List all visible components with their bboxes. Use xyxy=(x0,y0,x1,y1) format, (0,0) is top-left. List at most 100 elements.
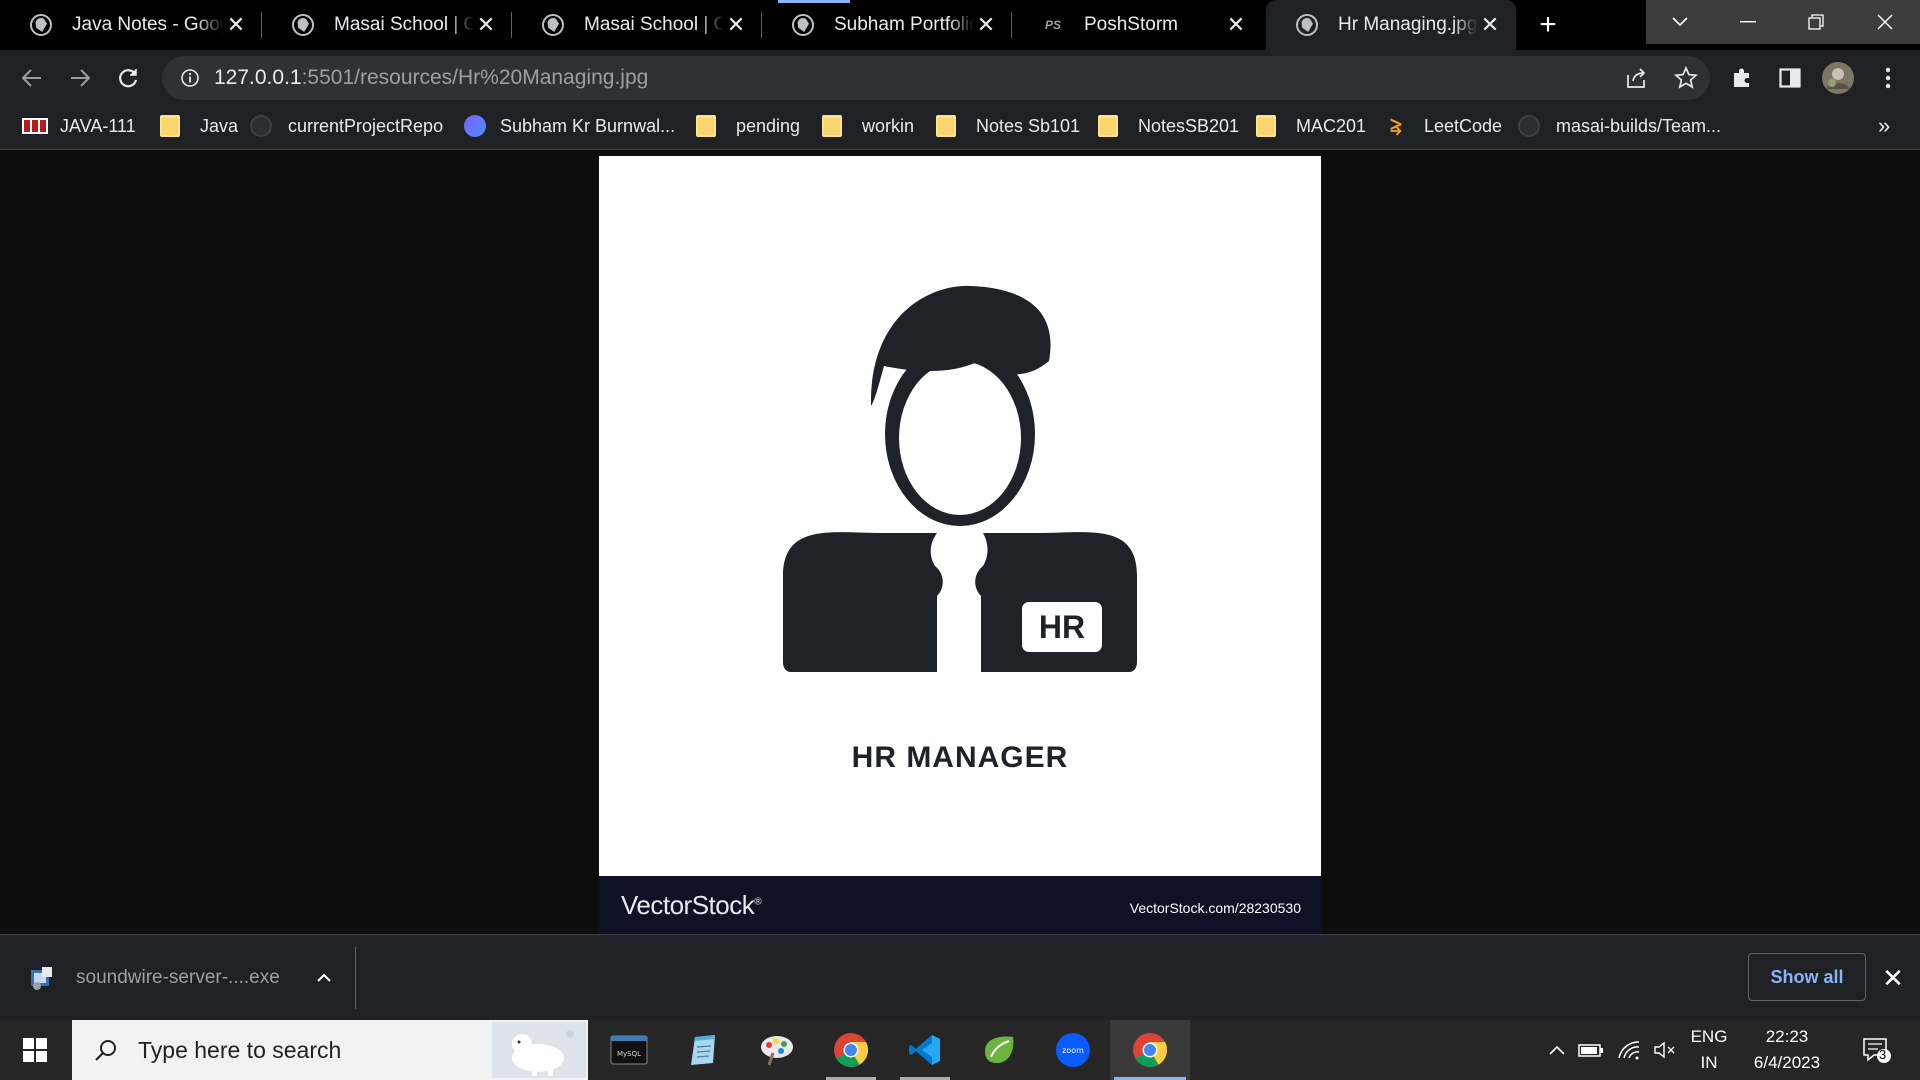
vectorstock-url: VectorStock.com/28230530 xyxy=(1129,900,1301,916)
tab-poshstorm[interactable]: PS PoshStorm ✕ xyxy=(1012,0,1262,50)
show-hidden-icons-button[interactable] xyxy=(1542,1020,1572,1080)
chrome-icon xyxy=(1133,1033,1167,1067)
forward-button[interactable] xyxy=(62,60,98,96)
close-tab-icon[interactable]: ✕ xyxy=(974,12,998,37)
bookmark-notes-sb201[interactable]: NotesSB201 xyxy=(1098,106,1239,146)
chevron-up-icon[interactable] xyxy=(316,973,332,983)
bookmark-subham-kr-burnwal[interactable]: Subham Kr Burnwal... xyxy=(464,106,675,146)
puzzle-icon xyxy=(1734,68,1749,87)
globe-icon xyxy=(792,14,814,36)
spring-tools-icon xyxy=(985,1036,1014,1063)
new-tab-button[interactable]: + xyxy=(1530,8,1566,42)
tab-masai-course-2[interactable]: Masai School | Course ✕ xyxy=(512,0,762,50)
ps-icon: PS xyxy=(1044,18,1061,32)
info-icon[interactable] xyxy=(180,68,200,88)
github-icon xyxy=(250,115,272,137)
taskbar-zoom[interactable]: zoom xyxy=(1036,1020,1110,1080)
volume-button[interactable] xyxy=(1650,1020,1680,1080)
battery-icon xyxy=(1578,1044,1603,1057)
profile-avatar[interactable] xyxy=(1820,60,1856,96)
tab-java-notes[interactable]: Java Notes - Google Docs ✕ xyxy=(0,0,262,50)
bookmark-current-project-repo[interactable]: currentProjectRepo xyxy=(250,106,443,146)
bookmark-mac201[interactable]: MAC201 xyxy=(1256,106,1366,146)
restore-icon xyxy=(1808,14,1824,30)
reload-button[interactable] xyxy=(110,60,146,96)
tab-masai-course-1[interactable]: Masai School | Course ✕ xyxy=(262,0,512,50)
hr-manager-image: HR HR MANAGER VectorStock® VectorStock.c… xyxy=(599,156,1321,934)
chrome-icon xyxy=(834,1033,868,1067)
chevron-up-icon xyxy=(1549,1045,1565,1055)
volume-muted-icon xyxy=(1654,1041,1675,1059)
taskbar-chrome-active[interactable] xyxy=(1110,1020,1190,1080)
taskbar-chrome[interactable] xyxy=(814,1020,888,1080)
taskbar-mysql-workbench[interactable]: MySQL xyxy=(592,1020,666,1080)
close-download-shelf-button[interactable]: ✕ xyxy=(1878,963,1908,993)
share-icon[interactable] xyxy=(1624,67,1648,89)
bookmarks-bar: JAVA-111 Java currentProjectRepo Subham … xyxy=(0,106,1920,150)
svg-text:MySQL: MySQL xyxy=(617,1050,641,1058)
battery-button[interactable] xyxy=(1576,1020,1606,1080)
tab-subham-portfolio[interactable]: Subham Portfolio Website ✕ xyxy=(762,0,1012,50)
wifi-button[interactable] xyxy=(1614,1020,1644,1080)
bookmark-java-111[interactable]: JAVA-111 xyxy=(22,106,136,146)
tab-strip: Java Notes - Google Docs ✕ Masai School … xyxy=(0,0,1920,50)
search-placeholder: Type here to search xyxy=(138,1036,342,1063)
back-button[interactable] xyxy=(14,60,50,96)
search-icon xyxy=(95,1040,116,1061)
clock[interactable]: 22:23 6/4/2023 xyxy=(1742,1020,1832,1080)
globe-icon xyxy=(542,14,564,36)
extensions-button[interactable] xyxy=(1724,60,1760,96)
taskbar-search-box[interactable]: Type here to search xyxy=(72,1020,588,1080)
notification-count: 3 xyxy=(1879,1047,1887,1062)
side-panel-button[interactable] xyxy=(1772,60,1808,96)
notification-center-button[interactable]: 3 xyxy=(1852,1020,1902,1080)
show-all-downloads-button[interactable]: Show all xyxy=(1748,953,1866,1001)
bookmark-pending[interactable]: pending xyxy=(696,106,800,146)
bookmark-leetcode[interactable]: ⥸ LeetCode xyxy=(1386,106,1502,146)
taskbar-notepad[interactable] xyxy=(666,1020,740,1080)
start-button[interactable] xyxy=(0,1020,70,1080)
close-icon xyxy=(1877,14,1893,30)
tab-hr-managing[interactable]: Hr Managing.jpg (1 ✕ xyxy=(1266,0,1516,50)
bookmarks-overflow-button[interactable]: » xyxy=(1878,106,1890,146)
close-tab-icon[interactable]: ✕ xyxy=(474,12,498,37)
taskbar-spring-tools[interactable] xyxy=(962,1020,1036,1080)
leetcode-icon: ⥸ xyxy=(1390,114,1402,137)
taskbar-vscode[interactable] xyxy=(888,1020,962,1080)
restore-button[interactable] xyxy=(1782,0,1850,44)
tab-title: Java Notes - Google Docs xyxy=(72,14,224,35)
tab-search-button[interactable] xyxy=(1646,0,1714,44)
github-icon xyxy=(1518,115,1540,137)
bookmark-java[interactable]: Java xyxy=(160,106,238,146)
bookmark-masai-builds-team[interactable]: masai-builds/Team... xyxy=(1518,106,1721,146)
folder-icon xyxy=(936,115,956,137)
notepad-icon xyxy=(691,1035,715,1065)
notification-icon xyxy=(1863,1038,1891,1063)
star-icon[interactable] xyxy=(1674,66,1698,90)
chevron-down-icon xyxy=(1672,17,1688,27)
close-tab-icon[interactable]: ✕ xyxy=(1224,12,1248,37)
search-highlight-image xyxy=(492,1022,586,1078)
address-bar[interactable]: 127.0.0.1:5501/resources/Hr%20Managing.j… xyxy=(162,56,1710,100)
folder-icon xyxy=(822,115,842,137)
tab-title: Subham Portfolio Website xyxy=(834,14,974,35)
download-item[interactable]: soundwire-server-....exe xyxy=(0,947,356,1009)
close-tab-icon[interactable]: ✕ xyxy=(1478,12,1502,37)
bookmark-workin[interactable]: workin xyxy=(822,106,914,146)
menu-button[interactable] xyxy=(1870,60,1906,96)
reload-icon xyxy=(119,69,138,88)
minimize-button[interactable] xyxy=(1714,0,1782,44)
folder-icon xyxy=(696,115,716,137)
language-indicator[interactable]: ENG IN xyxy=(1684,1020,1734,1080)
close-tab-icon[interactable]: ✕ xyxy=(224,12,248,37)
installer-icon xyxy=(31,967,52,990)
vectorstock-footer: VectorStock® VectorStock.com/28230530 xyxy=(599,876,1321,934)
bookmark-notes-sb101[interactable]: Notes Sb101 xyxy=(936,106,1080,146)
taskbar-paint[interactable] xyxy=(740,1020,814,1080)
mysql-workbench-icon: MySQL xyxy=(610,1035,648,1065)
close-tab-icon[interactable]: ✕ xyxy=(724,12,748,37)
profile-icon xyxy=(464,115,486,137)
close-window-button[interactable] xyxy=(1850,0,1920,44)
download-file-name: soundwire-server-....exe xyxy=(76,967,280,988)
image-caption: HR MANAGER xyxy=(851,741,1069,774)
